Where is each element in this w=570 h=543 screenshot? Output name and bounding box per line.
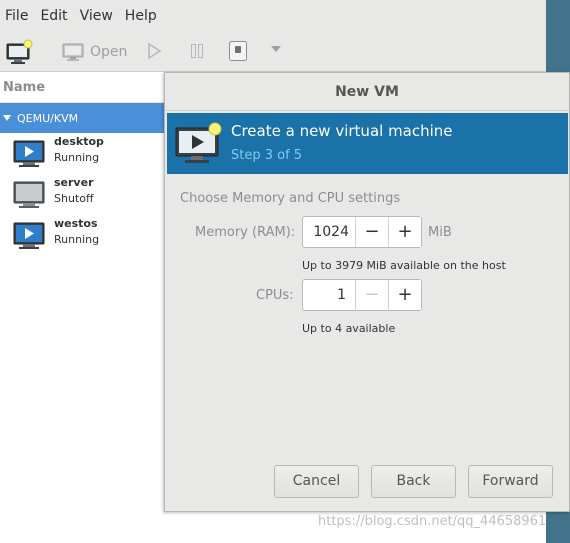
vm-list[interactable]: Name QEMU/KVM desktop Running server Shu… bbox=[0, 73, 165, 543]
memory-hint: Up to 3979 MiB available on the host bbox=[302, 259, 506, 272]
dialog-title[interactable]: New VM bbox=[165, 73, 569, 111]
expander-arrow-icon[interactable] bbox=[3, 115, 11, 121]
open-label: Open bbox=[90, 44, 128, 60]
menu-help[interactable]: Help bbox=[121, 0, 164, 32]
menu-view[interactable]: View bbox=[76, 0, 120, 32]
cpus-label: CPUs: bbox=[256, 288, 294, 303]
pause-button[interactable] bbox=[189, 42, 205, 60]
banner-title: Create a new virtual machine bbox=[231, 122, 453, 140]
vm-row-desktop[interactable]: desktop Running bbox=[0, 133, 165, 174]
vm-name: westos bbox=[54, 217, 98, 230]
new-vm-dialog: New VM Create a new virtual machine Step… bbox=[164, 72, 570, 512]
menubar: File Edit View Help bbox=[0, 0, 546, 32]
vm-name: server bbox=[54, 176, 94, 189]
memory-decrement-button[interactable]: − bbox=[355, 217, 388, 247]
menu-file[interactable]: File bbox=[1, 0, 35, 32]
memory-input[interactable]: 1024 bbox=[303, 217, 355, 247]
play-icon bbox=[148, 42, 162, 60]
connection-label: QEMU/KVM bbox=[17, 111, 79, 125]
vm-row-server[interactable]: server Shutoff bbox=[0, 174, 165, 215]
shutdown-menu-button[interactable] bbox=[270, 45, 282, 53]
vm-row-westos[interactable]: westos Running bbox=[0, 215, 165, 256]
cpus-decrement-button: − bbox=[355, 280, 388, 310]
open-button[interactable]: Open bbox=[62, 40, 127, 64]
cpus-spinbutton[interactable]: 1 − + bbox=[302, 279, 422, 311]
menu-edit[interactable]: Edit bbox=[36, 0, 74, 32]
back-button[interactable]: Back bbox=[371, 465, 456, 498]
memory-unit: MiB bbox=[428, 225, 452, 240]
name-column-header[interactable]: Name bbox=[0, 73, 165, 103]
dropdown-icon bbox=[271, 46, 281, 52]
section-title: Choose Memory and CPU settings bbox=[180, 191, 401, 206]
shutdown-button[interactable] bbox=[228, 40, 248, 62]
wizard-banner: Create a new virtual machine Step 3 of 5 bbox=[167, 113, 568, 174]
vm-name: desktop bbox=[54, 135, 104, 148]
memory-label: Memory (RAM): bbox=[195, 225, 296, 240]
shutdown-icon bbox=[229, 41, 247, 61]
run-button[interactable] bbox=[146, 42, 162, 60]
watermark: https://blog.csdn.net/qq_44658961 bbox=[318, 514, 547, 529]
step-indicator: Step 3 of 5 bbox=[231, 148, 303, 163]
vm-state: Running bbox=[54, 233, 100, 246]
connection-row-qemu-kvm[interactable]: QEMU/KVM bbox=[0, 103, 165, 133]
vm-running-icon bbox=[13, 140, 45, 167]
vm-state: Running bbox=[54, 151, 100, 164]
vm-state: Shutoff bbox=[54, 192, 94, 205]
new-vm-icon bbox=[175, 122, 222, 163]
monitor-icon bbox=[62, 43, 84, 61]
new-vm-button[interactable] bbox=[6, 39, 34, 65]
cpus-increment-button[interactable]: + bbox=[388, 280, 421, 310]
vm-shutoff-icon bbox=[13, 181, 45, 208]
forward-button[interactable]: Forward bbox=[468, 465, 553, 498]
toolbar: Open bbox=[0, 32, 546, 72]
cancel-button[interactable]: Cancel bbox=[274, 465, 359, 498]
cpus-hint: Up to 4 available bbox=[302, 322, 396, 335]
pause-icon bbox=[191, 44, 203, 58]
memory-increment-button[interactable]: + bbox=[388, 217, 421, 247]
new-vm-icon bbox=[6, 39, 33, 64]
memory-spinbutton[interactable]: 1024 − + bbox=[302, 216, 422, 248]
cpus-input[interactable]: 1 bbox=[303, 280, 355, 310]
vm-running-icon bbox=[13, 222, 45, 249]
